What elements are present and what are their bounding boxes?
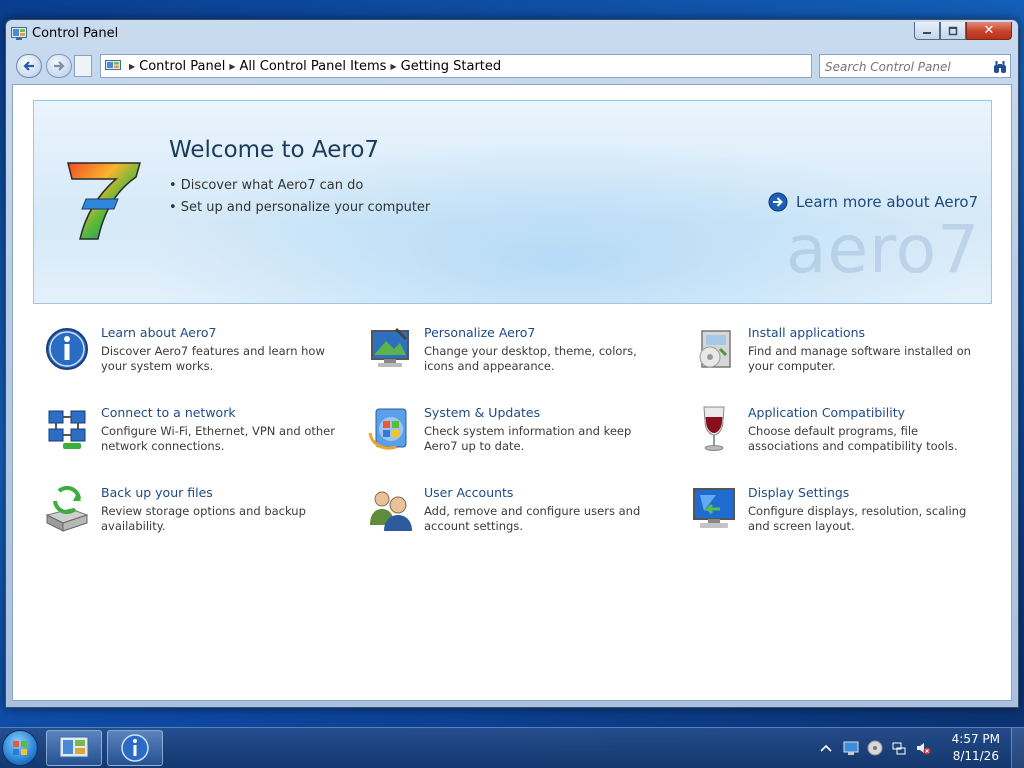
task-description: Configure Wi-Fi, Ethernet, VPN and other… [101,424,335,453]
learn-more-label: Learn more about Aero7 [796,193,979,211]
task-description: Change your desktop, theme, colors, icon… [424,344,637,373]
install-box-icon [699,330,731,368]
taskbar: 4:57 PM 8/11/26 [0,727,1024,768]
back-button[interactable] [16,54,42,78]
address-bar[interactable]: ▶ Control Panel ▶ All Control Panel Item… [100,54,812,78]
start-button[interactable] [2,730,38,766]
task-display-settings[interactable]: Display Settings Configure displays, res… [690,485,990,549]
task-description: Discover Aero7 features and learn how yo… [101,344,325,373]
show-desktop-button[interactable] [1011,728,1024,768]
wine-glass-icon [703,406,725,451]
aero7-logo-icon [67,162,141,240]
search-box[interactable] [819,54,1011,78]
start-logo-icon [13,741,27,755]
maximize-icon [948,26,958,35]
welcome-title: Welcome to Aero7 [169,137,380,163]
chevron-right-icon[interactable]: ▶ [390,62,396,71]
control-panel-icon [105,59,121,70]
close-button[interactable]: ✕ [966,22,1012,40]
info-icon [121,734,149,762]
binoculars-search-icon[interactable] [993,60,1007,74]
minimize-button[interactable] [914,22,940,40]
network-monitor-icon[interactable] [843,740,859,756]
welcome-bullet: • Set up and personalize your computer [169,200,431,215]
task-description: Choose default programs, file associatio… [748,424,958,453]
task-description: Find and manage software installed on yo… [748,344,971,373]
volume-muted-icon[interactable] [915,740,931,756]
task-description: Check system information and keep Aero7 … [424,424,632,453]
task-title[interactable]: Install applications [748,325,865,340]
clock[interactable]: 4:57 PM 8/11/26 [952,731,1000,765]
learn-more-link[interactable]: Learn more about Aero7 [768,192,978,212]
task-title[interactable]: Display Settings [748,485,849,500]
recent-pages-dropdown[interactable] [74,55,92,77]
task-connect-network[interactable]: Connect to a network Configure Wi-Fi, Et… [43,405,343,469]
title-bar[interactable]: Control Panel ✕ [6,20,1018,48]
task-title[interactable]: System & Updates [424,405,540,420]
windows-update-icon [368,408,407,450]
arrow-right-icon [54,61,65,71]
info-icon [46,328,88,370]
display-icon [693,488,735,528]
arrow-left-icon [23,61,34,71]
task-title[interactable]: Back up your files [101,485,213,500]
system-tray: 4:57 PM 8/11/26 [814,728,1024,768]
backup-drive-icon [45,485,89,532]
task-personalize[interactable]: Personalize Aero7 Change your desktop, t… [366,325,666,389]
close-icon: ✕ [983,23,995,38]
breadcrumb-getting-started[interactable]: Getting Started [401,59,502,74]
task-title[interactable]: User Accounts [424,485,513,500]
disc-icon[interactable] [867,740,883,756]
taskbar-control-panel-button[interactable] [46,730,102,766]
clock-time: 4:57 PM [951,732,1000,746]
welcome-bullet: • Discover what Aero7 can do [169,178,364,193]
task-title[interactable]: Application Compatibility [748,405,905,420]
task-app-compatibility[interactable]: Application Compatibility Choose default… [690,405,990,469]
task-title[interactable]: Connect to a network [101,405,236,420]
welcome-bullets: • Discover what Aero7 can do • Set up an… [169,175,430,219]
maximize-button[interactable] [940,22,966,40]
content-pane: Welcome to Aero7 • Discover what Aero7 c… [12,84,1012,701]
window-title: Control Panel [32,26,119,41]
control-panel-icon [59,736,89,758]
task-description: Add, remove and configure users and acco… [424,504,641,533]
task-system-updates[interactable]: System & Updates Check system informatio… [366,405,666,469]
task-title[interactable]: Personalize Aero7 [424,325,535,340]
arrow-circle-right-icon [768,192,788,212]
search-input[interactable] [823,56,987,78]
chevron-up-icon[interactable] [818,740,834,756]
network-status-icon[interactable] [891,740,907,756]
task-user-accounts[interactable]: User Accounts Add, remove and configure … [366,485,666,549]
aero7-watermark: aero7 [786,211,981,288]
task-description: Review storage options and backup availa… [101,504,306,533]
task-backup-files[interactable]: Back up your files Review storage option… [43,485,343,549]
navigation-bar: ▶ Control Panel ▶ All Control Panel Item… [10,52,1014,80]
monitor-paint-icon [371,327,409,367]
task-install-applications[interactable]: Install applications Find and manage sof… [690,325,990,389]
users-icon [370,491,412,531]
taskbar-info-button[interactable] [107,730,163,766]
task-title[interactable]: Learn about Aero7 [101,325,216,340]
control-panel-window: Control Panel ✕ ▶ Control Panel ▶ All Co… [5,19,1019,708]
task-description: Configure displays, resolution, scaling … [748,504,967,533]
forward-button[interactable] [46,54,72,78]
chevron-right-icon[interactable]: ▶ [229,62,235,71]
breadcrumb-control-panel[interactable]: Control Panel [139,59,225,74]
control-panel-icon [11,27,27,40]
chevron-right-icon[interactable]: ▶ [129,62,135,71]
breadcrumb-all-items[interactable]: All Control Panel Items [240,59,387,74]
welcome-banner: Welcome to Aero7 • Discover what Aero7 c… [33,100,992,304]
clock-date: 8/11/26 [952,749,999,763]
network-icon [48,410,86,449]
task-learn-about[interactable]: Learn about Aero7 Discover Aero7 feature… [43,325,343,389]
minimize-icon [923,31,931,34]
